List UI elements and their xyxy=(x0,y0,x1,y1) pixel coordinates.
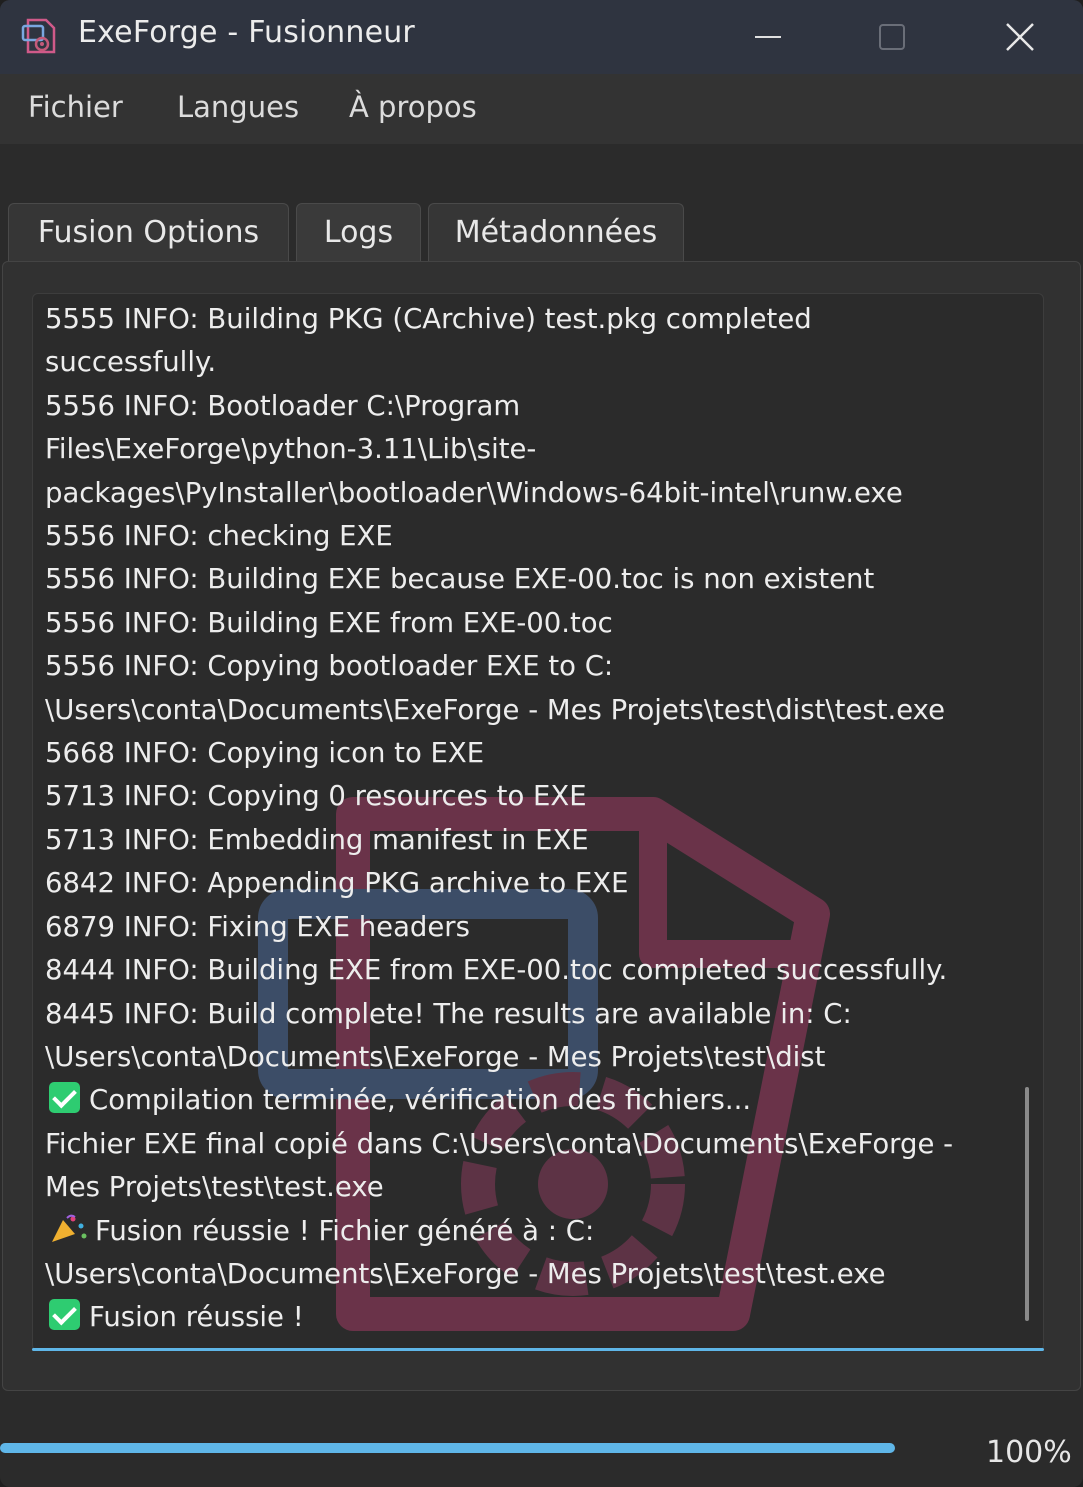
log-line-text: 5556 INFO: Bootloader C:\Program xyxy=(45,389,521,422)
log-line-text: 6842 INFO: Appending PKG archive to EXE xyxy=(45,867,629,900)
log-line: \Users\conta\Documents\ExeForge - Mes Pr… xyxy=(45,1036,1020,1079)
minimize-button[interactable] xyxy=(708,0,828,74)
log-line-text: Fusion réussie ! Fichier généré à : C: xyxy=(95,1214,595,1247)
log-line: 5556 INFO: checking EXE xyxy=(45,515,1020,558)
log-line-text: Compilation terminée, vérification des f… xyxy=(89,1084,752,1117)
log-line-text: \Users\conta\Documents\ExeForge - Mes Pr… xyxy=(45,693,946,726)
party-popper-icon xyxy=(52,1214,87,1242)
log-line: Files\ExeForge\python-3.11\Lib\site- xyxy=(45,428,1020,471)
log-line-text: 6879 INFO: Fixing EXE headers xyxy=(45,910,470,943)
progress-fill xyxy=(0,1443,895,1453)
log-line: Compilation terminée, vérification des f… xyxy=(45,1079,1020,1122)
menu-a-propos[interactable]: À propos xyxy=(349,90,477,124)
log-line: \Users\conta\Documents\ExeForge - Mes Pr… xyxy=(45,689,1020,732)
log-focus-underline xyxy=(32,1348,1044,1351)
log-line-text: 5556 INFO: Building EXE from EXE-00.toc xyxy=(45,606,613,639)
log-line: packages\PyInstaller\bootloader\Windows-… xyxy=(45,472,1020,515)
log-line-text: 5713 INFO: Copying 0 resources to EXE xyxy=(45,780,587,813)
maximize-icon xyxy=(879,24,905,50)
log-line-text: 5556 INFO: Copying bootloader EXE to C: xyxy=(45,650,614,683)
tab-fusion-options[interactable]: Fusion Options xyxy=(8,203,289,261)
tab-logs[interactable]: Logs xyxy=(296,203,421,261)
log-line: Mes Projets\test\test.exe xyxy=(45,1166,1020,1209)
log-line: Fichier EXE final copié dans C:\Users\co… xyxy=(45,1123,1020,1166)
window-title: ExeForge - Fusionneur xyxy=(78,15,415,50)
log-line: Fusion réussie ! Fichier généré à : C: xyxy=(45,1210,1020,1253)
app-window: ExeForge - Fusionneur Fichier Langues À … xyxy=(0,0,1083,1487)
minimize-icon xyxy=(755,36,781,38)
log-line: 5713 INFO: Embedding manifest in EXE xyxy=(45,819,1020,862)
close-button[interactable] xyxy=(960,0,1080,74)
log-line: Fusion réussie ! xyxy=(45,1296,1020,1339)
maximize-button[interactable] xyxy=(832,0,952,74)
log-line-text: \Users\conta\Documents\ExeForge - Mes Pr… xyxy=(45,1257,886,1290)
log-line-text: \Users\conta\Documents\ExeForge - Mes Pr… xyxy=(45,1040,826,1073)
progress-label: 100% xyxy=(986,1435,1072,1470)
log-line-text: 5556 INFO: checking EXE xyxy=(45,520,393,553)
title-bar[interactable]: ExeForge - Fusionneur xyxy=(0,0,1083,74)
log-line: 5556 INFO: Building EXE from EXE-00.toc xyxy=(45,602,1020,645)
log-line: 8445 INFO: Build complete! The results a… xyxy=(45,993,1020,1036)
log-line: successfully. xyxy=(45,341,1020,384)
log-line-text: Fusion réussie ! xyxy=(89,1301,304,1334)
tab-metadonnees[interactable]: Métadonnées xyxy=(428,203,684,261)
menu-langues[interactable]: Langues xyxy=(177,90,299,124)
log-line: 5556 INFO: Bootloader C:\Program xyxy=(45,385,1020,428)
log-line: 5555 INFO: Building PKG (CArchive) test.… xyxy=(45,298,1020,341)
log-line: 6842 INFO: Appending PKG archive to EXE xyxy=(45,862,1020,905)
log-line-text: Files\ExeForge\python-3.11\Lib\site- xyxy=(45,433,537,466)
log-line-text: packages\PyInstaller\bootloader\Windows-… xyxy=(45,476,903,509)
log-line-text: 5713 INFO: Embedding manifest in EXE xyxy=(45,823,589,856)
log-scrollbar-thumb[interactable] xyxy=(1025,1087,1029,1321)
progress-bar xyxy=(0,1443,895,1453)
log-line: 6879 INFO: Fixing EXE headers xyxy=(45,906,1020,949)
menu-bar: Fichier Langues À propos xyxy=(0,74,1083,144)
log-line: 8444 INFO: Building EXE from EXE-00.toc … xyxy=(45,949,1020,992)
check-mark-icon xyxy=(49,1082,80,1114)
log-line-text: 5556 INFO: Building EXE because EXE-00.t… xyxy=(45,563,875,596)
log-line: 5556 INFO: Building EXE because EXE-00.t… xyxy=(45,558,1020,601)
log-line-text: Fichier EXE final copié dans C:\Users\co… xyxy=(45,1127,954,1160)
check-mark-icon xyxy=(49,1299,80,1331)
log-line-text: Mes Projets\test\test.exe xyxy=(45,1171,384,1204)
log-line: \Users\conta\Documents\ExeForge - Mes Pr… xyxy=(45,1253,1020,1296)
log-line: 5668 INFO: Copying icon to EXE xyxy=(45,732,1020,775)
app-icon xyxy=(21,18,56,54)
close-icon xyxy=(1006,23,1034,51)
log-line-text: 8445 INFO: Build complete! The results a… xyxy=(45,997,852,1030)
log-line-text: 5668 INFO: Copying icon to EXE xyxy=(45,737,485,770)
log-line: 5556 INFO: Copying bootloader EXE to C: xyxy=(45,645,1020,688)
log-line-text: 8444 INFO: Building EXE from EXE-00.toc … xyxy=(45,954,948,987)
log-output[interactable]: 5555 INFO: Building PKG (CArchive) test.… xyxy=(32,293,1044,1351)
log-lines: 5555 INFO: Building PKG (CArchive) test.… xyxy=(45,298,1020,1340)
log-line: 5713 INFO: Copying 0 resources to EXE xyxy=(45,775,1020,818)
log-line-text: successfully. xyxy=(45,346,217,379)
log-line-text: 5555 INFO: Building PKG (CArchive) test.… xyxy=(45,303,812,335)
menu-fichier[interactable]: Fichier xyxy=(28,90,123,124)
